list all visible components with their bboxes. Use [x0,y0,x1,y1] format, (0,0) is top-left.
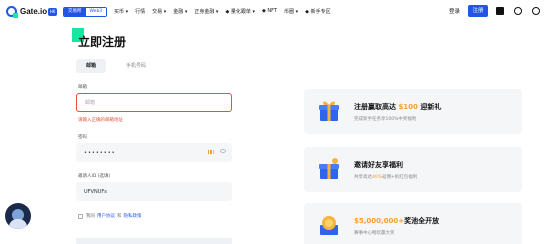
promo-title: $5,000,000+奖池全开放 [354,217,440,225]
menu-item-quant[interactable]: ◆ 量化跟单 ▾ [225,8,255,15]
menu-item-markets[interactable]: 行情 [135,8,145,15]
top-nav: Gate.io HK 交易所 Web3 买币 ▾ 行情 交易 ▾ 金融 ▾ 正身… [0,0,550,24]
tab-phone[interactable]: 手机号码 [116,59,156,73]
settings-icon[interactable] [532,7,540,15]
promo-card[interactable]: 注册赢取高达 $100 迎新礼 完成新手任务享100%中奖福利 [304,89,522,134]
password-field[interactable]: •••••••• [76,143,232,162]
invite-code-value: UFVNUFs [84,188,107,195]
promo-title: 邀请好友享福利 [354,161,403,169]
privacy-link[interactable]: 隐私政策 [124,213,142,219]
signup-method-tabs: 邮箱 手机号码 [76,59,166,73]
globe-icon[interactable] [514,7,522,15]
agree-checkbox[interactable] [78,213,83,219]
menu-item-buy[interactable]: 买币 ▾ [114,8,128,15]
menu-item-nft[interactable]: ◆ NFT [262,8,277,15]
gift-box-icon [319,158,339,179]
email-placeholder: 邮箱 [85,100,96,106]
password-strength-meter [207,150,214,154]
nav-right: 登录 注册 [449,5,550,17]
region-badge: HK [48,7,58,16]
terms-link[interactable]: 用户协议 [97,213,115,219]
and-text: 和 [117,214,122,219]
page-title: 立即注册 [78,35,127,49]
menu-item-earn[interactable]: 正身金融 ▾ [194,8,218,15]
gift-box-icon [319,101,339,121]
promo-subtitle: 赛事中心畅玩赢大奖 [354,231,395,236]
email-label: 邮箱 [78,85,87,90]
support-avatar[interactable] [5,203,31,229]
menu-item-coins[interactable]: 币圈 ▾ [284,8,298,15]
promo-title: 注册赢取高达 $100 迎新礼 [354,103,442,111]
trophy-icon [320,216,338,235]
password-value: •••••••• [84,149,116,156]
password-label: 密码 [78,135,87,140]
agree-text: 我同 [86,214,95,219]
platform-switch[interactable]: 交易所 Web3 [63,7,108,17]
web3-tab[interactable]: Web3 [85,8,107,16]
exchange-tab[interactable]: 交易所 [64,8,86,16]
download-icon[interactable] [496,7,504,15]
tab-email[interactable]: 邮箱 [76,59,107,73]
eye-icon[interactable] [220,149,226,153]
email-error: 请输入正确的邮箱地址 [78,118,123,123]
invite-code-field[interactable]: UFVNUFs [76,182,232,201]
promo-card[interactable]: 邀请好友享福利 共享高达40%返佣+拆红包福利 [304,147,522,192]
promo-subtitle: 共享高达40%返佣+拆红包福利 [354,175,418,180]
logo-text: Gate.io [20,7,48,16]
login-link[interactable]: 登录 [449,7,460,15]
email-field[interactable]: 邮箱 [76,93,232,112]
promo-card[interactable]: $5,000,000+奖池全开放 赛事中心畅玩赢大奖 [304,203,522,244]
menu-item-trade[interactable]: 交易 ▾ [152,8,166,15]
agreement-row: 我同 用户协议 和 隐私政策 [78,213,144,219]
logo[interactable]: Gate.io HK [6,6,58,18]
main-menu: 买币 ▾ 行情 交易 ▾ 金融 ▾ 正身金融 ▾ ◆ 量化跟单 ▾ ◆ NFT … [114,8,338,15]
logo-icon [6,6,18,18]
menu-item-newbie[interactable]: ◆ 新手专区 [305,8,330,15]
submit-button[interactable] [76,238,232,244]
invite-label: 邀请人ID (选填) [78,174,111,179]
menu-item-finance[interactable]: 金融 ▾ [173,8,187,15]
signup-button[interactable]: 注册 [468,5,488,17]
promo-subtitle: 完成新手任务享100%中奖福利 [354,117,417,122]
